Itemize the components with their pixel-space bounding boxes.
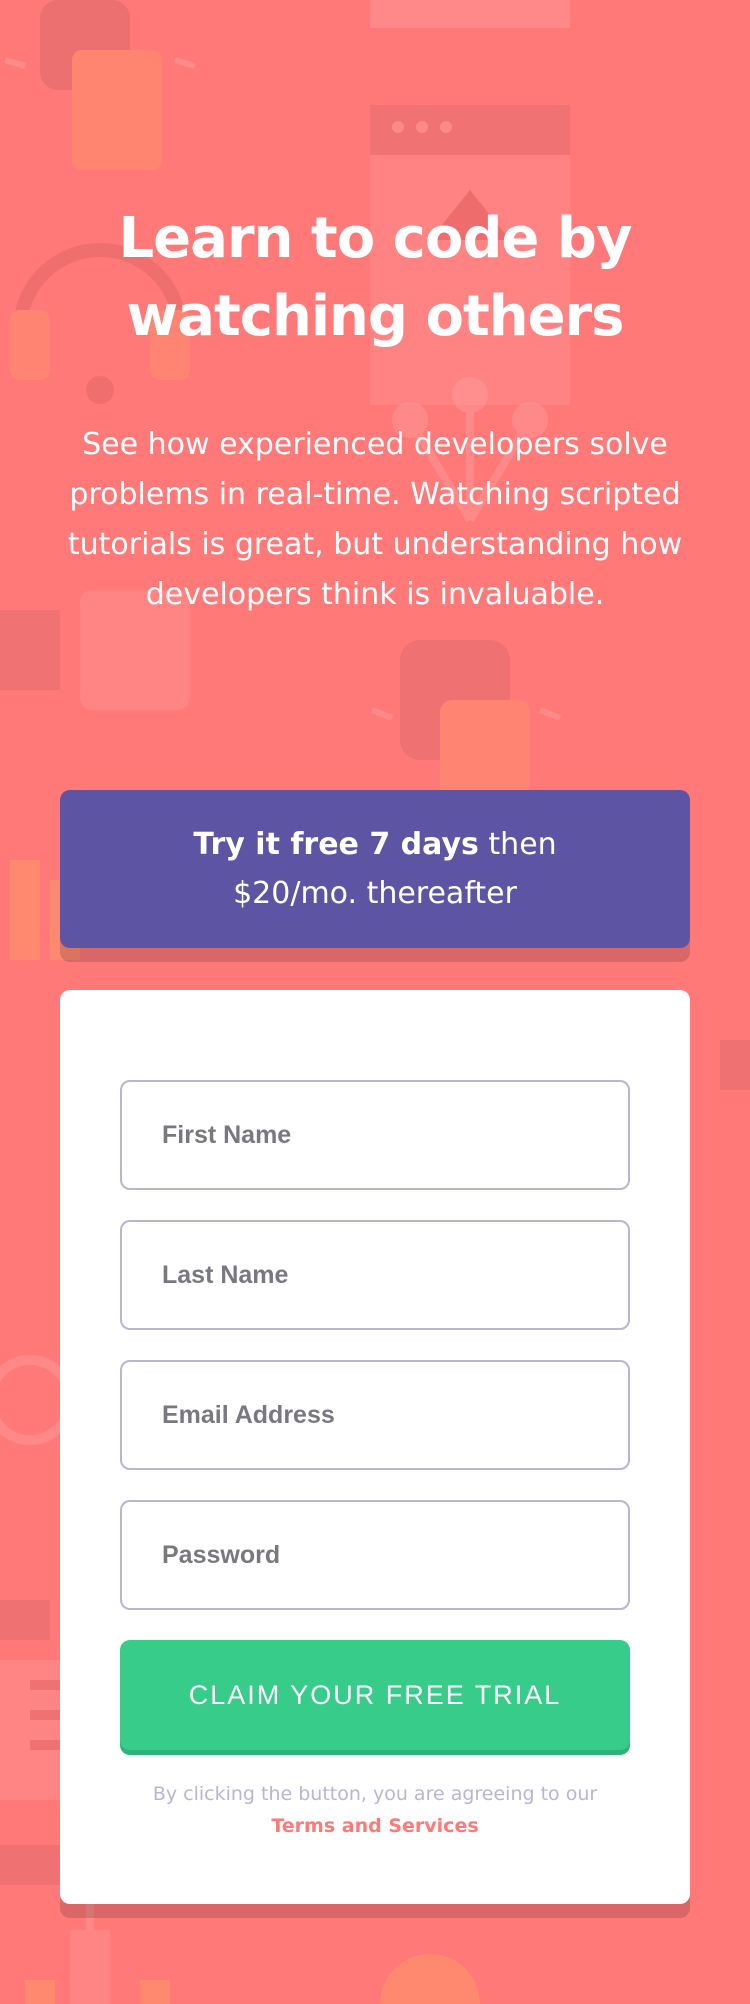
email-input[interactable] <box>122 1362 628 1468</box>
terms-link[interactable]: Terms and Services <box>271 1815 478 1837</box>
last-name-field-wrapper <box>120 1220 630 1330</box>
promo-price-text: $20/mo. thereafter <box>233 876 517 911</box>
promo-then-text: then <box>478 827 557 862</box>
terms-text: By clicking the button, you are agreeing… <box>152 1783 598 1805</box>
password-field-wrapper <box>120 1500 630 1610</box>
headline-line-1: Learn to code by <box>118 206 633 271</box>
claim-trial-button[interactable]: CLAIM YOUR FREE TRIAL <box>120 1640 630 1750</box>
usb-plug-icon <box>4 0 196 170</box>
page-title: Learn to code by watching others <box>60 200 690 356</box>
hero-description: See how experienced developers solve pro… <box>67 427 683 612</box>
password-input[interactable] <box>122 1502 628 1608</box>
signup-form: CLAIM YOUR FREE TRIAL By clicking the bu… <box>60 990 690 1904</box>
headline-line-2: watching others <box>126 284 624 349</box>
first-name-field-wrapper <box>120 1080 630 1190</box>
promo-strong-text: Try it free 7 days <box>193 827 479 862</box>
first-name-input[interactable] <box>122 1082 628 1188</box>
promo-banner: Try it free 7 days then $20/mo. thereaft… <box>60 790 690 948</box>
last-name-input[interactable] <box>122 1222 628 1328</box>
email-field-wrapper <box>120 1360 630 1470</box>
terms-notice: By clicking the button, you are agreeing… <box>100 1778 650 1842</box>
